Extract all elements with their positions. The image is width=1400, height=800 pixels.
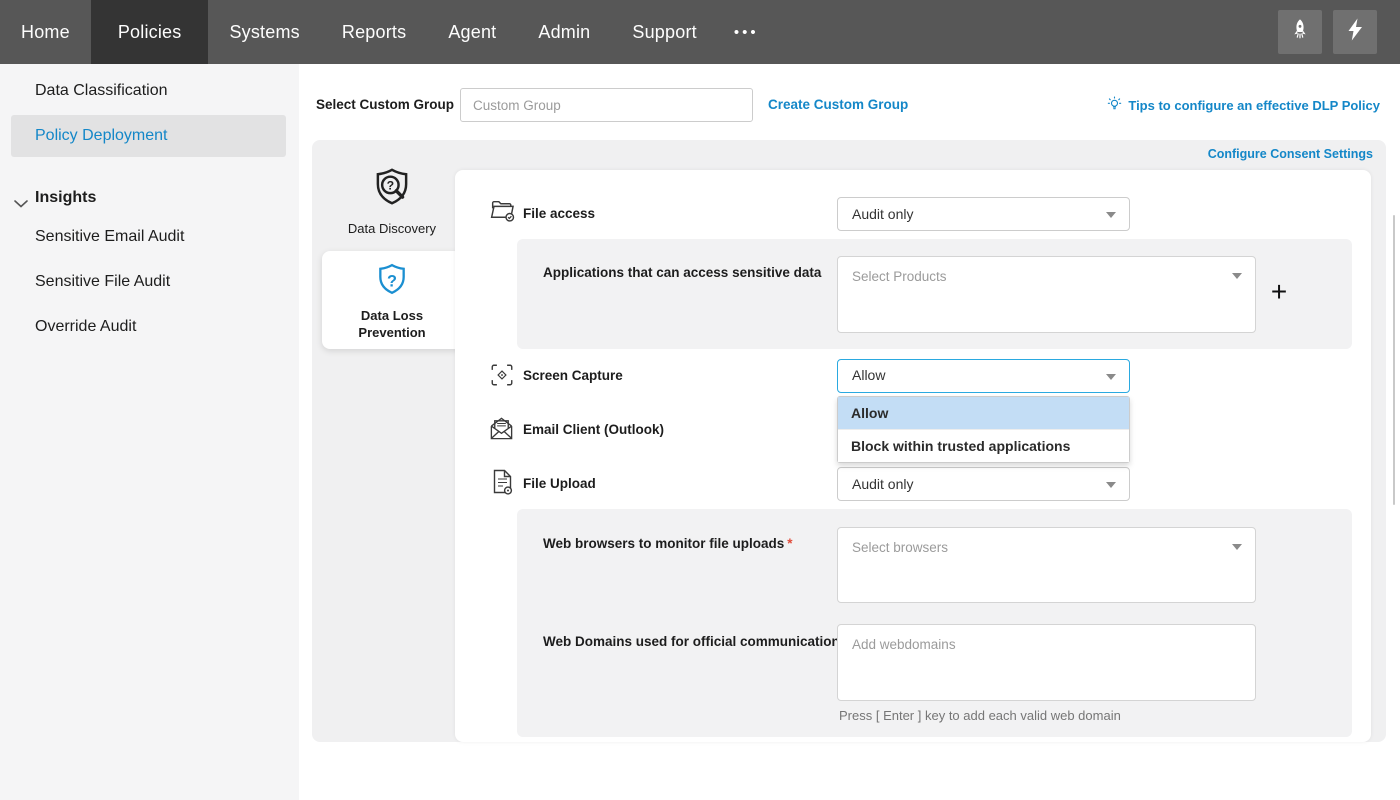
web-domains-hint: Press [ Enter ] key to add each valid we… <box>839 708 1121 723</box>
file-access-dropdown[interactable]: Audit only <box>837 197 1130 231</box>
file-upload-value: Audit only <box>852 476 913 492</box>
configure-consent-settings-link[interactable]: Configure Consent Settings <box>1208 143 1373 165</box>
file-access-value: Audit only <box>852 206 913 222</box>
applications-label: Applications that can access sensitive d… <box>543 265 821 280</box>
required-asterisk: * <box>787 536 792 551</box>
quick-launch-button[interactable] <box>1278 10 1322 54</box>
custom-group-input[interactable] <box>460 88 753 122</box>
web-domains-placeholder: Add webdomains <box>838 625 1255 652</box>
file-access-label: File access <box>523 206 595 221</box>
email-client-label: Email Client (Outlook) <box>523 422 664 437</box>
lightbulb-icon <box>1107 96 1122 115</box>
tab-label: Data Discovery <box>322 221 462 236</box>
sidebar-item-label: Policy Deployment <box>11 115 286 157</box>
notifications-button[interactable] <box>1333 10 1377 54</box>
nav-item-policies[interactable]: Policies <box>91 0 209 64</box>
select-products-multiselect[interactable]: Select Products <box>837 256 1256 333</box>
chevron-down-icon[interactable] <box>14 195 28 213</box>
sidebar-item-sensitive-file-audit[interactable]: Sensitive File Audit <box>35 273 170 291</box>
nav-item-reports[interactable]: Reports <box>321 0 427 64</box>
sidebar-item-policy-deployment[interactable]: Policy Deployment <box>11 115 286 157</box>
rocket-icon <box>1287 17 1313 48</box>
option-allow[interactable]: Allow <box>838 397 1129 429</box>
nav-item-systems[interactable]: Systems <box>208 0 320 64</box>
nav-item-agent[interactable]: Agent <box>427 0 517 64</box>
nav-more-menu[interactable]: ••• <box>718 0 775 64</box>
chevron-down-icon <box>1232 273 1242 279</box>
screen-capture-dropdown[interactable]: Allow <box>837 359 1130 393</box>
screen-capture-value: Allow <box>852 367 885 383</box>
sidebar-item-data-classification[interactable]: Data Classification <box>35 82 168 100</box>
select-products-placeholder: Select Products <box>838 257 1255 284</box>
select-browsers-placeholder: Select browsers <box>838 528 1255 555</box>
vertical-scrollbar[interactable] <box>1393 215 1395 505</box>
sidebar-section-insights[interactable]: Insights <box>35 189 96 207</box>
chevron-down-icon <box>1106 212 1116 218</box>
web-browsers-label: Web browsers to monitor file uploads* <box>543 536 793 551</box>
create-custom-group-link[interactable]: Create Custom Group <box>768 88 908 122</box>
screen-capture-icon <box>489 362 515 393</box>
nav-item-admin[interactable]: Admin <box>517 0 611 64</box>
dlp-policy-panel: Configure Consent Settings ? Data Discov… <box>312 140 1386 742</box>
tab-data-discovery[interactable]: ? Data Discovery <box>322 166 462 236</box>
nav-item-support[interactable]: Support <box>611 0 717 64</box>
file-upload-label: File Upload <box>523 476 596 491</box>
web-domains-input[interactable]: Add webdomains <box>837 624 1256 701</box>
dlp-tips-label: Tips to configure an effective DLP Polic… <box>1128 98 1380 113</box>
data-discovery-icon: ? <box>369 199 415 216</box>
chevron-down-icon <box>1106 482 1116 488</box>
top-navigation: Home Policies Systems Reports Agent Admi… <box>0 0 1400 64</box>
lightning-icon <box>1345 17 1365 47</box>
applications-subpanel: Applications that can access sensitive d… <box>517 239 1352 349</box>
chevron-down-icon <box>1106 374 1116 380</box>
file-access-icon <box>488 196 517 230</box>
svg-text:?: ? <box>387 272 397 290</box>
option-block-within-trusted-applications[interactable]: Block within trusted applications <box>838 429 1129 462</box>
file-upload-icon <box>490 468 515 501</box>
select-browsers-multiselect[interactable]: Select browsers <box>837 527 1256 603</box>
screen-capture-options-menu: Allow Block within trusted applications <box>837 396 1130 463</box>
svg-text:?: ? <box>387 178 395 192</box>
file-upload-dropdown[interactable]: Audit only <box>837 467 1130 501</box>
select-custom-group-label: Select Custom Group <box>316 88 454 122</box>
email-client-icon <box>488 415 515 447</box>
sidebar-item-sensitive-email-audit[interactable]: Sensitive Email Audit <box>35 228 184 246</box>
nav-right-actions <box>1278 0 1400 64</box>
tab-data-loss-prevention[interactable]: ? Data Loss Prevention <box>322 251 462 349</box>
screen-capture-label: Screen Capture <box>523 368 623 383</box>
nav-item-home[interactable]: Home <box>0 0 91 64</box>
sidebar-item-override-audit[interactable]: Override Audit <box>35 318 136 336</box>
chevron-down-icon <box>1232 544 1242 550</box>
web-domains-label: Web Domains used for official communicat… <box>543 634 847 649</box>
tab-label: Data Loss Prevention <box>349 308 435 342</box>
add-application-button[interactable]: + <box>1265 279 1293 307</box>
dlp-tips-link[interactable]: Tips to configure an effective DLP Polic… <box>1107 88 1380 122</box>
left-sidebar: Data Classification Policy Deployment In… <box>0 64 299 800</box>
dlp-settings-card: File access Audit only Applications that… <box>455 170 1371 742</box>
dlp-shield-icon: ? <box>373 287 411 304</box>
upload-monitor-subpanel: Web browsers to monitor file uploads* Se… <box>517 509 1352 737</box>
